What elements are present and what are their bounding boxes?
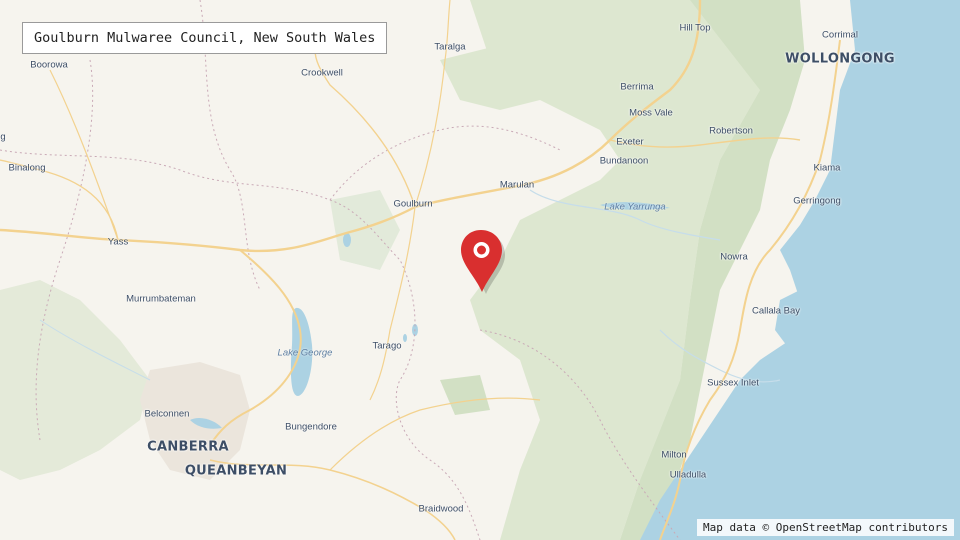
place-label-cut: g bbox=[0, 131, 6, 143]
place-label-bundanoon: Bundanoon bbox=[599, 155, 649, 167]
place-label-bungendore: Bungendore bbox=[285, 421, 337, 433]
place-label-sussex-inlet: Sussex Inlet bbox=[707, 377, 759, 389]
place-label-yass: Yass bbox=[107, 236, 129, 248]
place-label-murrumbateman: Murrumbateman bbox=[126, 293, 196, 305]
lake-label-george: Lake George bbox=[277, 347, 333, 359]
place-label-kiama: Kiama bbox=[813, 162, 841, 174]
place-label-exeter: Exeter bbox=[616, 136, 644, 148]
place-label-corrimal: Corrimal bbox=[822, 29, 858, 41]
place-label-belconnen: Belconnen bbox=[144, 408, 190, 420]
place-label-gerringong: Gerringong bbox=[793, 195, 841, 207]
lake-label-yarrunga: Lake Yarrunga bbox=[604, 201, 666, 213]
place-label-hill-top: Hill Top bbox=[679, 22, 711, 34]
place-label-nowra: Nowra bbox=[720, 251, 748, 263]
place-label-braidwood: Braidwood bbox=[418, 503, 464, 515]
lake-small-1 bbox=[343, 233, 351, 247]
place-label-ulladulla: Ulladulla bbox=[669, 469, 707, 481]
place-label-tarago: Tarago bbox=[372, 340, 402, 352]
place-label-marulan: Marulan bbox=[499, 179, 535, 191]
place-label-crookwell: Crookwell bbox=[301, 67, 343, 79]
place-label-berrima: Berrima bbox=[620, 81, 654, 93]
place-label-wollongong: WOLLONGONG bbox=[785, 51, 895, 67]
place-label-boorowa: Boorowa bbox=[30, 59, 68, 71]
map-attribution: Map data © OpenStreetMap contributors bbox=[696, 519, 954, 536]
lake-small-3 bbox=[403, 334, 407, 342]
place-label-goulburn: Goulburn bbox=[393, 198, 433, 210]
place-label-robertson: Robertson bbox=[709, 125, 753, 137]
place-label-taralga: Taralga bbox=[434, 41, 466, 53]
place-label-callala-bay: Callala Bay bbox=[751, 305, 801, 317]
place-label-queanbeyan: QUEANBEYAN bbox=[184, 463, 288, 479]
place-label-milton: Milton bbox=[661, 449, 687, 461]
map-title: Goulburn Mulwaree Council, New South Wal… bbox=[22, 22, 388, 54]
map-view[interactable]: Hill Top Corrimal WOLLONGONG Taralga Boo… bbox=[0, 0, 960, 540]
location-pin-icon[interactable] bbox=[458, 228, 506, 296]
place-label-moss-vale: Moss Vale bbox=[629, 107, 673, 119]
place-label-canberra: CANBERRA bbox=[147, 439, 229, 455]
place-label-binalong: Binalong bbox=[8, 162, 46, 174]
